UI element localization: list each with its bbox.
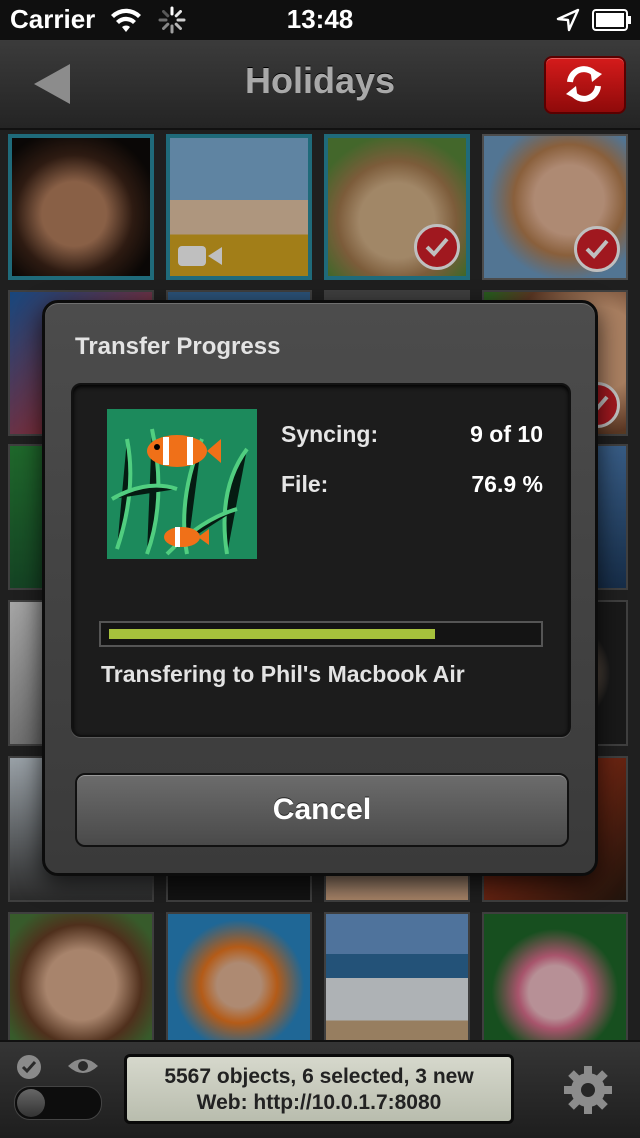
file-progress-value: 76.9 % xyxy=(471,471,543,497)
view-toggle-switch[interactable] xyxy=(14,1086,102,1120)
cancel-button[interactable]: Cancel xyxy=(75,773,569,847)
settings-gear-icon[interactable] xyxy=(562,1064,614,1116)
carrier-label: Carrier xyxy=(10,4,96,34)
file-label: File: xyxy=(281,471,329,497)
transfer-file-thumbnail xyxy=(107,409,257,559)
transfer-info-panel: Syncing: 9 of 10 File: 76.9 % Transferin… xyxy=(71,383,571,737)
navigation-bar: Holidays xyxy=(0,40,640,130)
syncing-value: 9 of 10 xyxy=(470,421,543,447)
status-time: 13:48 xyxy=(286,4,354,34)
syncing-label: Syncing: xyxy=(281,421,379,447)
server-status-display: 5567 objects, 6 selected, 3 new Web: htt… xyxy=(124,1054,514,1124)
location-arrow-icon xyxy=(556,8,580,32)
activity-spinner-icon xyxy=(158,6,186,34)
status-bar: Carrier 13:48 xyxy=(0,0,640,40)
dialog-title: Transfer Progress xyxy=(75,333,281,360)
object-count-text: 5567 objects, 6 selected, 3 new xyxy=(164,1065,474,1088)
sync-button[interactable] xyxy=(544,56,626,114)
web-address-text: Web: http://10.0.1.7:8080 xyxy=(196,1091,442,1114)
eye-icon xyxy=(68,1059,98,1073)
checkmark-icon xyxy=(17,1055,41,1079)
transfer-destination-text: Transfering to Phil's Macbook Air xyxy=(101,661,465,687)
battery-icon xyxy=(592,9,631,31)
wifi-icon xyxy=(111,8,141,32)
refresh-icon xyxy=(566,66,602,102)
progress-fill xyxy=(109,629,435,639)
bottom-toolbar: 5567 objects, 6 selected, 3 new Web: htt… xyxy=(0,1040,640,1138)
transfer-progress-dialog: Transfer Progress Syncing: 9 of 10 File:… xyxy=(42,300,598,876)
toggle-knob xyxy=(17,1089,45,1117)
transfer-progress-bar xyxy=(99,621,543,647)
